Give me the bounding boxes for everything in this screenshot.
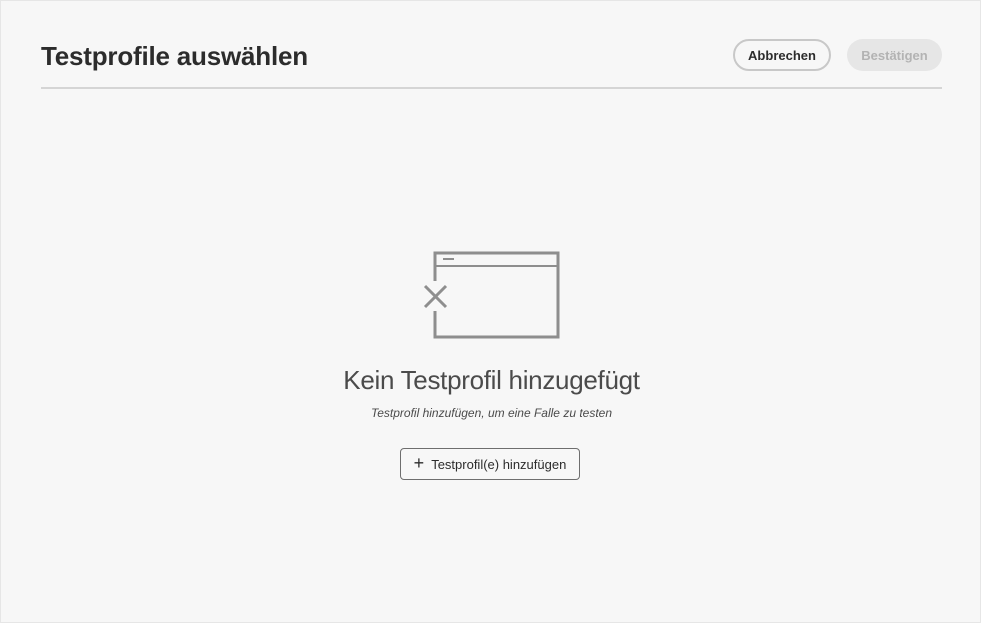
window-error-icon <box>421 251 560 339</box>
header-divider <box>41 87 942 89</box>
empty-state-subtitle: Testprofil hinzufügen, um eine Falle zu … <box>370 406 613 420</box>
confirm-button[interactable]: Bestätigen <box>847 39 942 71</box>
add-test-profiles-label: Testprofil(e) hinzufügen <box>431 456 567 472</box>
dialog-title: Testprofile auswählen <box>41 41 308 71</box>
select-test-profiles-dialog: Testprofile auswählen Abbrechen Bestätig… <box>0 0 981 623</box>
empty-state-title: Kein Testprofil hinzugefügt <box>343 365 640 395</box>
cancel-button[interactable]: Abbrechen <box>733 39 831 71</box>
add-test-profiles-button[interactable]: + Testprofil(e) hinzufügen <box>400 448 580 480</box>
plus-icon: + <box>413 453 425 473</box>
